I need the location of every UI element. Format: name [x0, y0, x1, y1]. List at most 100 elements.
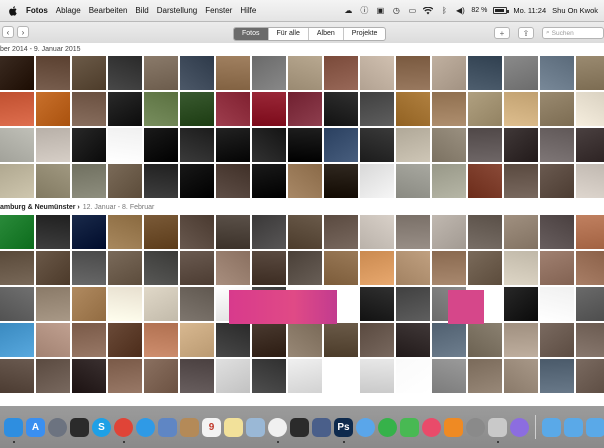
apple-icon[interactable]	[9, 5, 17, 16]
photo-thumbnail[interactable]	[288, 359, 322, 393]
photo-thumbnail[interactable]	[504, 164, 538, 198]
photo-thumbnail[interactable]	[360, 251, 394, 285]
info-icon[interactable]: ⓘ	[359, 6, 369, 16]
tab-fotos[interactable]: Fotos	[234, 28, 268, 40]
ibooks-icon[interactable]	[444, 417, 463, 437]
photo-thumbnail[interactable]	[108, 287, 142, 321]
photo-thumbnail[interactable]	[504, 359, 538, 393]
photo-thumbnail[interactable]	[360, 128, 394, 162]
photo-thumbnail[interactable]	[216, 92, 250, 126]
photo-thumbnail[interactable]	[540, 164, 574, 198]
photo-thumbnail[interactable]	[0, 56, 34, 90]
photo-thumbnail[interactable]	[360, 164, 394, 198]
photo-thumbnail[interactable]	[396, 164, 430, 198]
photo-thumbnail[interactable]	[72, 215, 106, 249]
photo-thumbnail[interactable]	[468, 92, 502, 126]
contacts-icon[interactable]	[180, 417, 199, 437]
battery-icon[interactable]	[493, 7, 510, 14]
photo-thumbnail[interactable]	[0, 359, 34, 393]
photo-thumbnail[interactable]	[229, 290, 337, 324]
volume-icon[interactable]: ◀)	[455, 6, 465, 16]
photo-thumbnail[interactable]	[216, 323, 250, 357]
photo-thumbnail[interactable]	[144, 287, 178, 321]
photo-thumbnail[interactable]	[540, 359, 574, 393]
photo-thumbnail[interactable]	[576, 164, 604, 198]
photo-thumbnail[interactable]	[216, 251, 250, 285]
photo-thumbnail[interactable]	[360, 323, 394, 357]
photo-thumbnail[interactable]	[468, 215, 502, 249]
photo-thumbnail[interactable]	[576, 56, 604, 90]
photo-thumbnail[interactable]	[324, 359, 358, 393]
tab-fuer-alle[interactable]: Für alle	[267, 28, 308, 40]
bluetooth-icon[interactable]: ᛒ	[439, 6, 449, 16]
photo-thumbnail[interactable]	[504, 56, 538, 90]
documents-folder-icon[interactable]	[564, 417, 583, 437]
photo-thumbnail[interactable]	[72, 251, 106, 285]
photo-thumbnail[interactable]	[324, 164, 358, 198]
cloud-icon[interactable]: ☁	[343, 6, 353, 16]
menu-bearbeiten[interactable]: Bearbeiten	[85, 6, 132, 15]
photo-thumbnail[interactable]	[36, 251, 70, 285]
photo-thumbnail[interactable]	[180, 56, 214, 90]
photo-thumbnail[interactable]	[576, 251, 604, 285]
share-button[interactable]: ⇪	[518, 27, 534, 39]
photo-thumbnail[interactable]	[180, 128, 214, 162]
photo-thumbnail[interactable]	[108, 359, 142, 393]
photo-thumbnail[interactable]	[468, 56, 502, 90]
photo-thumbnail[interactable]	[0, 323, 34, 357]
photo-thumbnail[interactable]	[252, 164, 286, 198]
photo-thumbnail[interactable]	[108, 128, 142, 162]
wifi-icon[interactable]	[423, 6, 434, 16]
photo-thumbnail[interactable]	[540, 287, 574, 321]
photo-thumbnail[interactable]	[108, 251, 142, 285]
photo-thumbnail[interactable]	[72, 56, 106, 90]
photo-thumbnail[interactable]	[216, 164, 250, 198]
photo-thumbnail[interactable]	[180, 164, 214, 198]
menu-darstellung[interactable]: Darstellung	[153, 6, 201, 15]
photo-thumbnail[interactable]	[396, 92, 430, 126]
photo-thumbnail[interactable]	[180, 215, 214, 249]
photo-thumbnail[interactable]	[108, 164, 142, 198]
photo-thumbnail[interactable]	[108, 56, 142, 90]
photo-thumbnail[interactable]	[252, 128, 286, 162]
photo-thumbnail[interactable]	[180, 323, 214, 357]
finder-icon[interactable]	[4, 417, 23, 443]
photo-thumbnail[interactable]	[324, 251, 358, 285]
photo-thumbnail[interactable]	[324, 323, 358, 357]
mission-control-icon[interactable]	[70, 417, 89, 437]
photo-thumbnail[interactable]	[360, 287, 394, 321]
photo-thumbnail[interactable]	[144, 359, 178, 393]
photo-thumbnail[interactable]	[360, 56, 394, 90]
photo-thumbnail[interactable]	[288, 56, 322, 90]
back-button[interactable]: ‹	[2, 26, 14, 38]
photo-thumbnail[interactable]	[360, 359, 394, 393]
messages-icon[interactable]	[400, 417, 419, 437]
launchpad-icon[interactable]	[48, 417, 67, 437]
skype-icon[interactable]: S	[92, 417, 111, 437]
moment-header-1[interactable]: ber 2014 - 9. Januar 2015	[0, 43, 604, 56]
photo-thumbnail[interactable]	[0, 251, 34, 285]
photo-thumbnail[interactable]	[288, 92, 322, 126]
photo-thumbnail[interactable]	[0, 287, 34, 321]
preview-2-icon[interactable]	[246, 417, 265, 437]
notes-icon[interactable]	[224, 417, 243, 437]
photo-thumbnail[interactable]	[36, 128, 70, 162]
photo-thumbnail[interactable]	[36, 359, 70, 393]
photo-thumbnail[interactable]	[252, 215, 286, 249]
photo-thumbnail[interactable]	[288, 164, 322, 198]
photo-thumbnail[interactable]	[540, 128, 574, 162]
pixelmator-icon[interactable]	[312, 417, 331, 437]
photo-thumbnail[interactable]	[144, 128, 178, 162]
clock[interactable]: Mo. 11:24	[513, 6, 546, 15]
photo-thumbnail[interactable]	[252, 359, 286, 393]
photo-thumbnail[interactable]	[36, 164, 70, 198]
photo-thumbnail[interactable]	[396, 56, 430, 90]
photo-thumbnail[interactable]	[144, 323, 178, 357]
photo-thumbnail[interactable]	[504, 215, 538, 249]
photo-thumbnail[interactable]	[396, 251, 430, 285]
downloads-folder-icon[interactable]	[586, 417, 604, 437]
photo-thumbnail[interactable]	[0, 215, 34, 249]
chrome-icon[interactable]	[114, 417, 133, 443]
app-store-icon[interactable]: A	[26, 417, 45, 437]
photo-thumbnail[interactable]	[396, 128, 430, 162]
